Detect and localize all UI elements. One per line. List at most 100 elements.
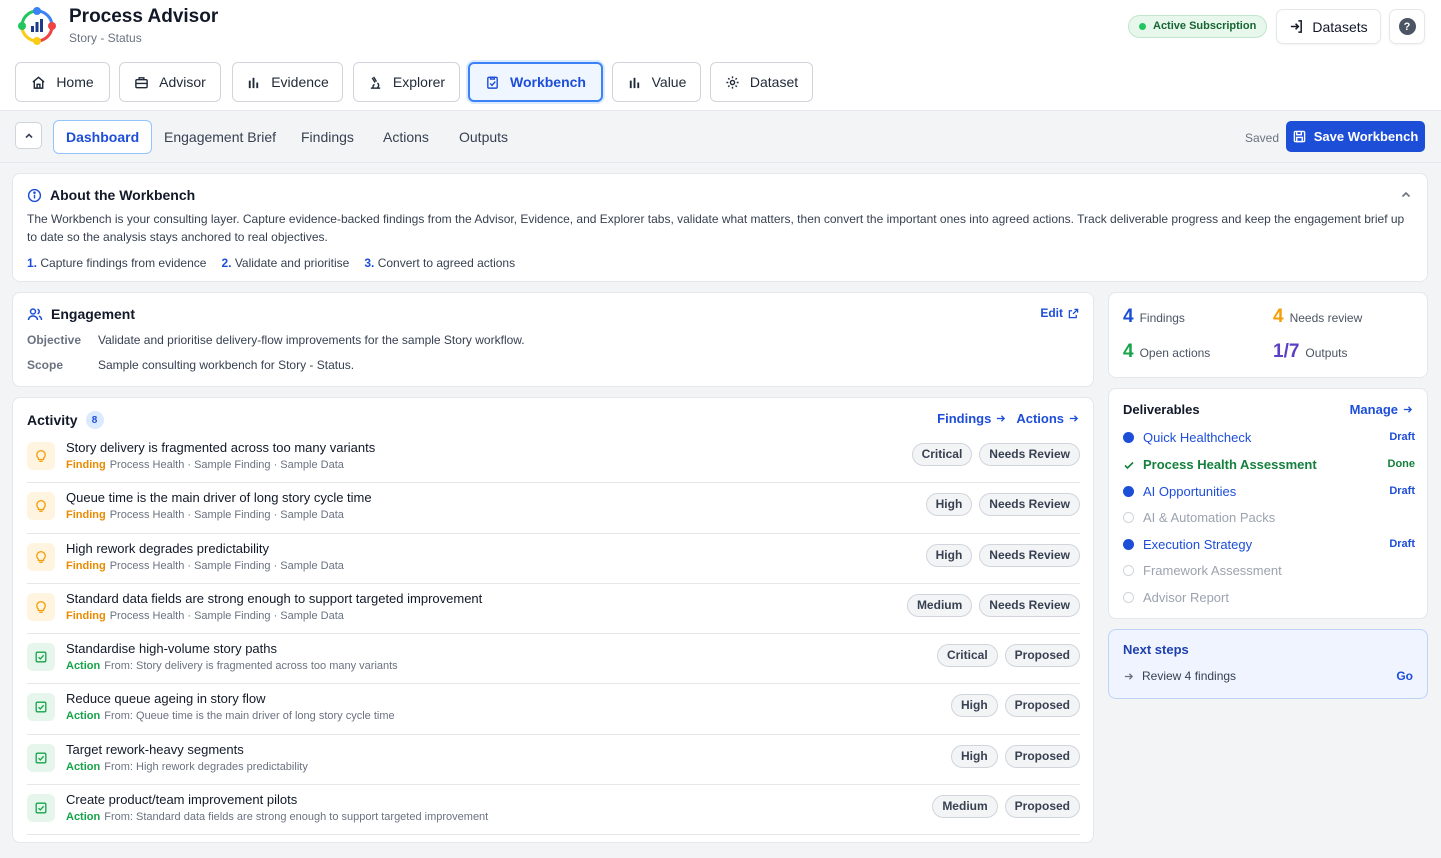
- tab-advisor[interactable]: Advisor: [119, 62, 221, 102]
- lightbulb-icon: [36, 450, 46, 462]
- step-text: Validate and prioritise: [234, 256, 350, 270]
- deliverable-item[interactable]: Advisor Report: [1123, 589, 1415, 607]
- app-subtitle: Story - Status: [69, 31, 142, 45]
- activity-row[interactable]: Create product/team improvement pilots Ac…: [27, 785, 1080, 836]
- clipboard-check-icon: [487, 76, 498, 89]
- lightbulb-icon: [36, 600, 46, 613]
- deliverable-item[interactable]: Quick Healthcheck Draft: [1123, 429, 1415, 447]
- subtab-findings[interactable]: Findings: [289, 120, 366, 154]
- datasets-button[interactable]: Datasets: [1276, 9, 1381, 44]
- stat-outputs: 1/7 Outputs: [1273, 341, 1347, 363]
- about-description: The Workbench is your consulting layer. …: [27, 212, 1405, 244]
- manage-deliverables-link[interactable]: Manage: [1350, 402, 1413, 417]
- tab-dataset[interactable]: Dataset: [710, 62, 813, 102]
- deliverable-item[interactable]: Process Health Assessment Done: [1123, 456, 1415, 474]
- tab-value-label: Value: [651, 74, 687, 90]
- app-title: Process Advisor: [69, 6, 219, 27]
- arrow-right-icon: [1403, 406, 1413, 413]
- severity-badge: Critical: [911, 443, 973, 466]
- actions-link-label: Actions: [1016, 411, 1064, 426]
- step-text: Convert to agreed actions: [377, 256, 516, 270]
- action-icon-box: [27, 643, 55, 672]
- tab-workbench-label: Workbench: [510, 74, 586, 90]
- gear-icon: [726, 75, 739, 89]
- subtab-actions[interactable]: Actions: [371, 120, 441, 154]
- subtab-engagement-brief[interactable]: Engagement Brief: [152, 120, 288, 154]
- next-step-item[interactable]: Review 4 findings: [1123, 669, 1236, 683]
- actions-link[interactable]: Actions: [1016, 411, 1079, 426]
- tab-evidence[interactable]: Evidence: [232, 62, 343, 102]
- tab-explorer[interactable]: Explorer: [353, 62, 460, 102]
- activity-source: From: Standard data fields are strong en…: [104, 811, 489, 824]
- severity-badge: Critical: [936, 644, 998, 668]
- stat-outputs-value: 1/7: [1273, 341, 1300, 362]
- activity-title: Story delivery is fragmented across too …: [66, 440, 376, 455]
- deliverable-item[interactable]: Execution Strategy Draft: [1123, 536, 1415, 554]
- step-number: 3.: [364, 256, 375, 270]
- activity-row[interactable]: Queue time is the main driver of long st…: [27, 483, 1080, 534]
- checkbox-icon: [35, 752, 47, 764]
- activity-title: Reduce queue ageing in story flow: [66, 691, 266, 707]
- stat-open-actions-value: 4: [1123, 341, 1134, 362]
- deliverable-item[interactable]: AI Opportunities Draft: [1123, 483, 1415, 501]
- activity-title: Queue time is the main driver of long st…: [66, 490, 372, 506]
- activity-row[interactable]: Target rework-heavy segments Action From: …: [27, 735, 1080, 786]
- activity-row[interactable]: Standardise high-volume story paths Actio…: [27, 634, 1080, 685]
- status-badge: Proposed: [1004, 795, 1080, 819]
- help-icon: ?: [1398, 18, 1416, 35]
- tab-workbench[interactable]: Workbench: [468, 62, 603, 102]
- activity-kind: Finding: [66, 459, 106, 471]
- step-1: 1. Capture findings from evidence: [27, 256, 206, 270]
- tab-home[interactable]: Home: [15, 62, 110, 102]
- finding-icon-box: [27, 492, 55, 521]
- top-header: Process Advisor Story - Status Active Su…: [0, 0, 1441, 111]
- activity-row[interactable]: Story delivery is fragmented across too …: [27, 433, 1080, 484]
- deliverable-item[interactable]: Framework Assessment: [1123, 562, 1415, 580]
- edit-label: Edit: [1040, 306, 1063, 320]
- go-button[interactable]: Go: [1396, 669, 1413, 683]
- subtab-outputs[interactable]: Outputs: [447, 120, 520, 154]
- deliverable-status: Done: [1387, 458, 1416, 470]
- activity-row[interactable]: High rework degrades predictability Findi…: [27, 534, 1080, 584]
- stat-needs-review-value: 4: [1273, 306, 1284, 327]
- save-workbench-button[interactable]: Save Workbench: [1286, 121, 1425, 152]
- deliverables-title: Deliverables: [1123, 402, 1200, 417]
- action-icon-box: [27, 794, 55, 823]
- stat-findings-value: 4: [1123, 306, 1134, 327]
- deliverable-label: Framework Assessment: [1143, 563, 1282, 578]
- collapse-button[interactable]: [15, 122, 42, 149]
- activity-pills: High Proposed: [950, 694, 1080, 718]
- status-dot-icon: [1123, 432, 1134, 443]
- engagement-title: Engagement: [27, 306, 135, 322]
- stat-open-actions-label: Open actions: [1139, 346, 1211, 360]
- tab-value[interactable]: Value: [612, 62, 701, 102]
- engagement-title-text: Engagement: [51, 306, 136, 322]
- next-steps-title: Next steps: [1123, 642, 1189, 657]
- activity-source: From: High rework degrades predictabilit…: [104, 760, 308, 773]
- stat-findings-label: Findings: [1139, 311, 1185, 325]
- severity-badge: Medium: [906, 593, 973, 617]
- arrow-right-icon: [997, 415, 1006, 422]
- engagement-panel: Engagement Edit Objective Validate and pr…: [12, 292, 1094, 387]
- activity-kind: Action: [66, 660, 101, 673]
- subtab-dashboard[interactable]: Dashboard: [53, 120, 153, 154]
- next-step-label: Review 4 findings: [1142, 669, 1237, 683]
- microscope-icon: [370, 76, 381, 89]
- activity-meta: Finding Process Health · Sample Finding ·…: [66, 560, 344, 572]
- activity-row[interactable]: Reduce queue ageing in story flow Action F…: [27, 684, 1080, 735]
- findings-link[interactable]: Findings: [937, 411, 1006, 426]
- status-badge: Needs Review: [979, 493, 1080, 517]
- chevron-up-icon[interactable]: [1399, 188, 1413, 202]
- about-steps: 1. Capture findings from evidence 2. Val…: [27, 256, 515, 270]
- finding-icon-box: [27, 592, 55, 621]
- status-badge: Proposed: [1004, 744, 1080, 768]
- help-button[interactable]: ?: [1389, 9, 1425, 44]
- severity-badge: High: [950, 744, 998, 768]
- step-3: 3. Convert to agreed actions: [364, 256, 515, 270]
- activity-meta: Finding Process Health · Sample Finding ·…: [66, 610, 344, 622]
- activity-source: From: Queue time is the main driver of l…: [104, 710, 395, 723]
- engagement-objective: Objective Validate and prioritise deliver…: [27, 333, 525, 347]
- edit-engagement-link[interactable]: Edit: [1040, 306, 1079, 320]
- deliverable-item[interactable]: AI & Automation Packs: [1123, 509, 1415, 527]
- activity-row[interactable]: Standard data fields are strong enough t…: [27, 584, 1080, 635]
